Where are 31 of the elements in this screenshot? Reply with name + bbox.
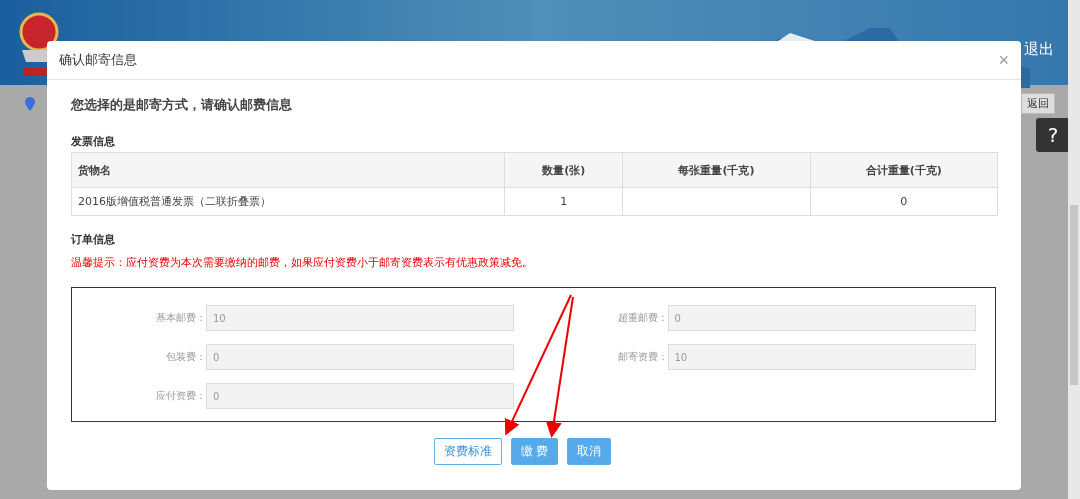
column-header: 合计重量(千克) [810,152,998,188]
input-field[interactable]: 0 [667,305,976,331]
back-button[interactable]: 返回 [1021,93,1055,114]
logout-link[interactable]: 退出 [1024,40,1054,59]
table-cell: 0 [810,187,998,216]
column-header: 货物名 [71,152,505,188]
input-field[interactable]: 10 [667,344,976,370]
pay-button[interactable]: 缴 费 [510,438,559,465]
dialog-title: 确认邮寄信息 [59,51,137,69]
section-title: 订单信息 [71,232,116,247]
field-label: 应付资费： [155,389,206,403]
scrollbar[interactable] [1068,0,1080,499]
input-field[interactable]: 0 [206,344,514,370]
field-label: 基本邮费： [155,311,206,325]
field-label: 邮寄资费： [616,350,668,364]
notice-text: 温馨提示：应付资费为本次需要缴纳的邮费，如果应付资费小于邮寄资费表示有优惠政策减免。 [71,256,534,270]
section-title: 发票信息 [71,134,116,149]
rate-standard-button[interactable]: 资费标准 [433,438,502,465]
input-field[interactable]: 10 [206,305,514,331]
close-button[interactable]: × [998,49,1009,71]
dialog-heading: 您选择的是邮寄方式，请确认邮费信息 [71,96,293,114]
field-label: 包装费： [165,350,206,364]
table-cell: 2016版增值税普通发票（二联折叠票） [71,187,505,216]
table-cell: 1 [504,187,623,216]
cancel-button[interactable]: 取消 [567,438,612,465]
location-icon [25,97,35,111]
column-header: 数量(张) [504,152,623,188]
input-field[interactable]: 0 [206,383,514,409]
help-button[interactable]: ? [1036,118,1070,152]
column-header: 每张重量(千克) [622,152,811,188]
field-label: 超重邮费： [616,311,668,325]
